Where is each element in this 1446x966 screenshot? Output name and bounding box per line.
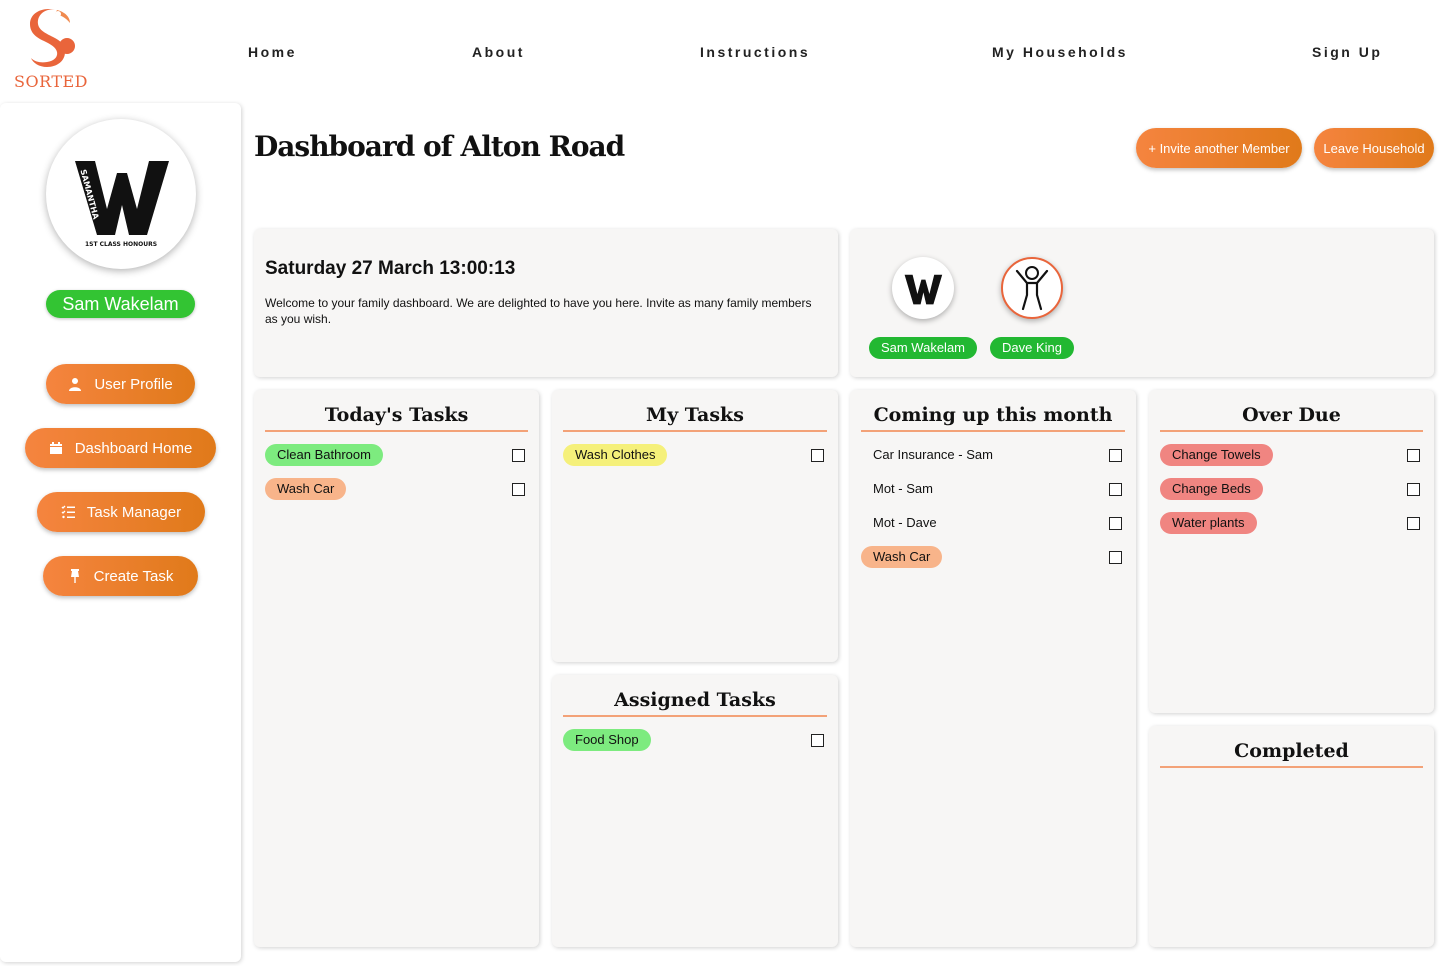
calendar-icon <box>49 442 62 454</box>
logo-s-icon <box>30 9 75 67</box>
w-logo-icon: SAMANTHA 1ST CLASS HONOURS <box>75 161 169 248</box>
list-icon <box>61 505 75 519</box>
task-item: Food Shop <box>563 729 827 751</box>
members-panel: Sam Wakelam Dave King <box>850 229 1434 377</box>
task-item: Mot - Dave <box>861 512 1125 534</box>
task-manager-button[interactable]: Task Manager <box>37 492 205 532</box>
task-tag[interactable]: Clean Bathroom <box>265 444 383 466</box>
member-avatar[interactable] <box>1001 257 1063 319</box>
nav-instructions[interactable]: Instructions <box>700 44 810 60</box>
invite-member-button[interactable]: + Invite another Member <box>1136 128 1302 168</box>
sorted-logo[interactable]: SORTED <box>10 6 92 96</box>
create-task-label: Create Task <box>93 567 174 585</box>
coming-up-card: Coming up this month Car Insurance - Sam… <box>850 390 1136 947</box>
user-icon <box>69 378 82 391</box>
member-sam[interactable]: Sam Wakelam <box>868 257 978 359</box>
nav-my-households[interactable]: My Households <box>992 44 1128 60</box>
create-task-button[interactable]: Create Task <box>43 556 198 596</box>
task-checkbox[interactable] <box>1407 482 1420 496</box>
task-checkbox[interactable] <box>1109 448 1122 462</box>
page-title: Dashboard of Alton Road <box>254 130 625 163</box>
task-item: Wash Car <box>861 546 1125 568</box>
avatar-caption-text: 1ST CLASS HONOURS <box>85 241 157 248</box>
task-checkbox[interactable] <box>1109 482 1122 496</box>
task-item: Mot - Sam <box>861 478 1125 500</box>
user-profile-label: User Profile <box>94 375 173 393</box>
card-title: Coming up this month <box>861 404 1125 432</box>
task-item: Wash Car <box>265 478 528 500</box>
task-tag[interactable]: Wash Clothes <box>563 444 668 466</box>
task-tag[interactable]: Water plants <box>1160 512 1257 534</box>
sidebar: SAMANTHA 1ST CLASS HONOURS Sam Wakelam U… <box>0 103 241 962</box>
nav-about[interactable]: About <box>472 44 525 60</box>
user-avatar[interactable]: SAMANTHA 1ST CLASS HONOURS <box>46 119 196 269</box>
pin-icon <box>70 569 79 583</box>
card-title: My Tasks <box>563 404 827 432</box>
task-item: Wash Clothes <box>563 444 827 466</box>
task-item: Water plants <box>1160 512 1423 534</box>
task-tag[interactable]: Change Beds <box>1160 478 1263 500</box>
nav-sign-up[interactable]: Sign Up <box>1312 44 1382 60</box>
task-manager-label: Task Manager <box>86 503 182 521</box>
nav-home[interactable]: Home <box>248 44 297 60</box>
current-datetime: Saturday 27 March 13:00:13 <box>265 258 516 279</box>
task-tag[interactable]: Car Insurance - Sam <box>861 444 1005 466</box>
card-title: Today's Tasks <box>265 404 528 432</box>
dashboard-home-label: Dashboard Home <box>74 439 193 457</box>
card-title: Over Due <box>1160 404 1423 432</box>
task-checkbox[interactable] <box>1109 516 1122 530</box>
task-tag[interactable]: Change Towels <box>1160 444 1273 466</box>
person-icon <box>1015 266 1049 311</box>
user-name-badge: Sam Wakelam <box>46 290 195 318</box>
dashboard-home-button[interactable]: Dashboard Home <box>25 428 216 468</box>
completed-card: Completed <box>1149 726 1434 947</box>
member-dave[interactable]: Dave King <box>977 257 1087 359</box>
task-item: Clean Bathroom <box>265 444 528 466</box>
task-item: Change Beds <box>1160 478 1423 500</box>
task-item: Change Towels <box>1160 444 1423 466</box>
task-checkbox[interactable] <box>811 448 824 462</box>
leave-household-button[interactable]: Leave Household <box>1314 128 1434 168</box>
logo-text: SORTED <box>13 72 89 91</box>
welcome-message: Welcome to your family dashboard. We are… <box>265 296 812 326</box>
member-name-badge: Dave King <box>990 337 1074 359</box>
task-tag[interactable]: Wash Car <box>861 546 943 568</box>
card-title: Assigned Tasks <box>563 689 827 717</box>
task-tag[interactable]: Mot - Sam <box>861 478 945 500</box>
task-tag[interactable]: Mot - Dave <box>861 512 949 534</box>
card-title: Completed <box>1160 740 1423 768</box>
assigned-tasks-card: Assigned Tasks Food Shop <box>552 675 838 947</box>
todays-tasks-card: Today's Tasks Clean Bathroom Wash Car <box>254 390 539 947</box>
task-tag[interactable]: Wash Car <box>265 478 347 500</box>
w-logo-icon <box>904 274 943 305</box>
task-checkbox[interactable] <box>1109 550 1122 564</box>
my-tasks-card: My Tasks Wash Clothes <box>552 390 838 662</box>
overdue-card: Over Due Change Towels Change Beds Water… <box>1149 390 1434 713</box>
task-tag[interactable]: Food Shop <box>563 729 651 751</box>
welcome-panel: Saturday 27 March 13:00:13 Welcome to yo… <box>254 229 838 377</box>
task-checkbox[interactable] <box>811 733 824 747</box>
task-checkbox[interactable] <box>1407 516 1420 530</box>
task-checkbox[interactable] <box>512 448 525 462</box>
task-checkbox[interactable] <box>512 482 525 496</box>
task-item: Car Insurance - Sam <box>861 444 1125 466</box>
member-avatar[interactable] <box>892 257 954 319</box>
user-profile-button[interactable]: User Profile <box>46 364 195 404</box>
task-checkbox[interactable] <box>1407 448 1420 462</box>
member-name-badge: Sam Wakelam <box>868 337 978 359</box>
